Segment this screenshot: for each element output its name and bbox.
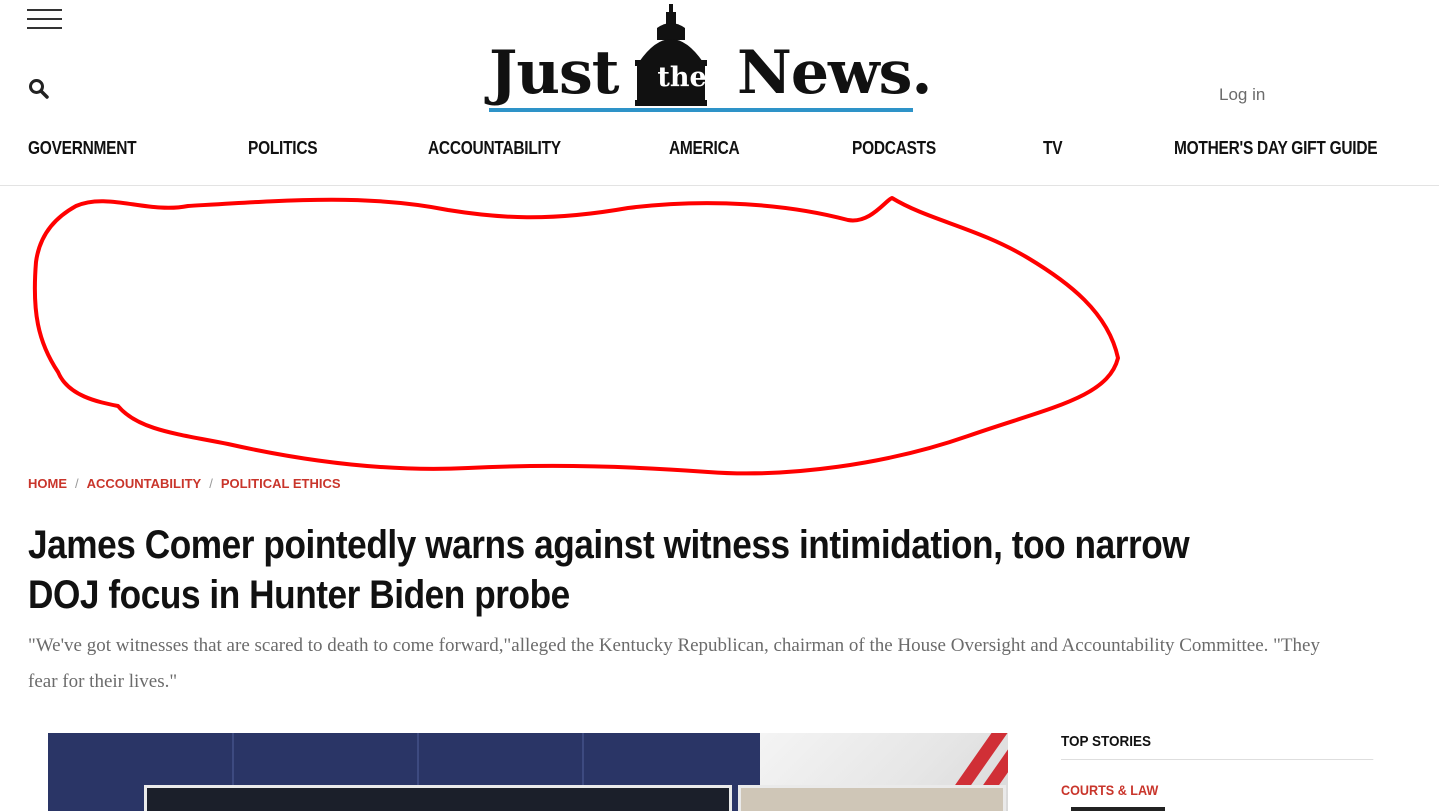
logo-text-news: News. <box>737 38 932 108</box>
nav-item-government[interactable]: GOVERNMENT <box>28 138 137 159</box>
capitol-dome-icon <box>635 4 707 106</box>
login-link[interactable]: Log in <box>1219 85 1265 105</box>
highlighted-ad-area <box>28 192 1128 482</box>
site-logo[interactable]: Just the News. <box>487 0 932 116</box>
top-stories-title: TOP STORIES <box>1061 733 1374 760</box>
breadcrumb-separator: / <box>75 476 79 491</box>
nav-item-mothers-day-gift-guide[interactable]: MOTHER'S DAY GIFT GUIDE <box>1174 138 1378 159</box>
nav-item-tv[interactable]: TV <box>1043 138 1063 159</box>
hamburger-menu-icon[interactable] <box>27 7 62 31</box>
breadcrumb-separator: / <box>209 476 213 491</box>
main-nav: GOVERNMENT POLITICS ACCOUNTABILITY AMERI… <box>0 138 1439 162</box>
hero-photo-right <box>738 785 1006 811</box>
nav-item-politics[interactable]: POLITICS <box>248 138 318 159</box>
red-annotation-circle <box>32 196 1120 476</box>
logo-text-the: the <box>657 62 707 93</box>
breadcrumb-home[interactable]: HOME <box>28 476 67 491</box>
nav-item-america[interactable]: AMERICA <box>669 138 740 159</box>
breadcrumb-accountability[interactable]: ACCOUNTABILITY <box>87 476 202 491</box>
sidebar-category-link[interactable]: COURTS & LAW <box>1061 782 1343 798</box>
top-stories-sidebar: TOP STORIES COURTS & LAW <box>1061 733 1374 811</box>
breadcrumb-political-ethics[interactable]: POLITICAL ETHICS <box>221 476 341 491</box>
article-headline: James Comer pointedly warns against witn… <box>28 523 1190 617</box>
article-hero-image[interactable] <box>48 733 1008 811</box>
nav-item-accountability[interactable]: ACCOUNTABILITY <box>428 138 561 159</box>
logo-text-just: Just <box>489 38 620 108</box>
sidebar-story-thumbnail[interactable] <box>1071 807 1165 811</box>
search-icon[interactable] <box>28 78 50 100</box>
article-subhead: "We've got witnesses that are scared to … <box>28 635 1320 692</box>
nav-item-podcasts[interactable]: PODCASTS <box>852 138 936 159</box>
hero-photo-left <box>144 785 732 811</box>
site-header: Just the News. Log in GOVERNMENT POLITIC… <box>0 0 1439 186</box>
logo-underline <box>489 108 913 112</box>
breadcrumb: HOME / ACCOUNTABILITY / POLITICAL ETHICS <box>28 476 341 491</box>
